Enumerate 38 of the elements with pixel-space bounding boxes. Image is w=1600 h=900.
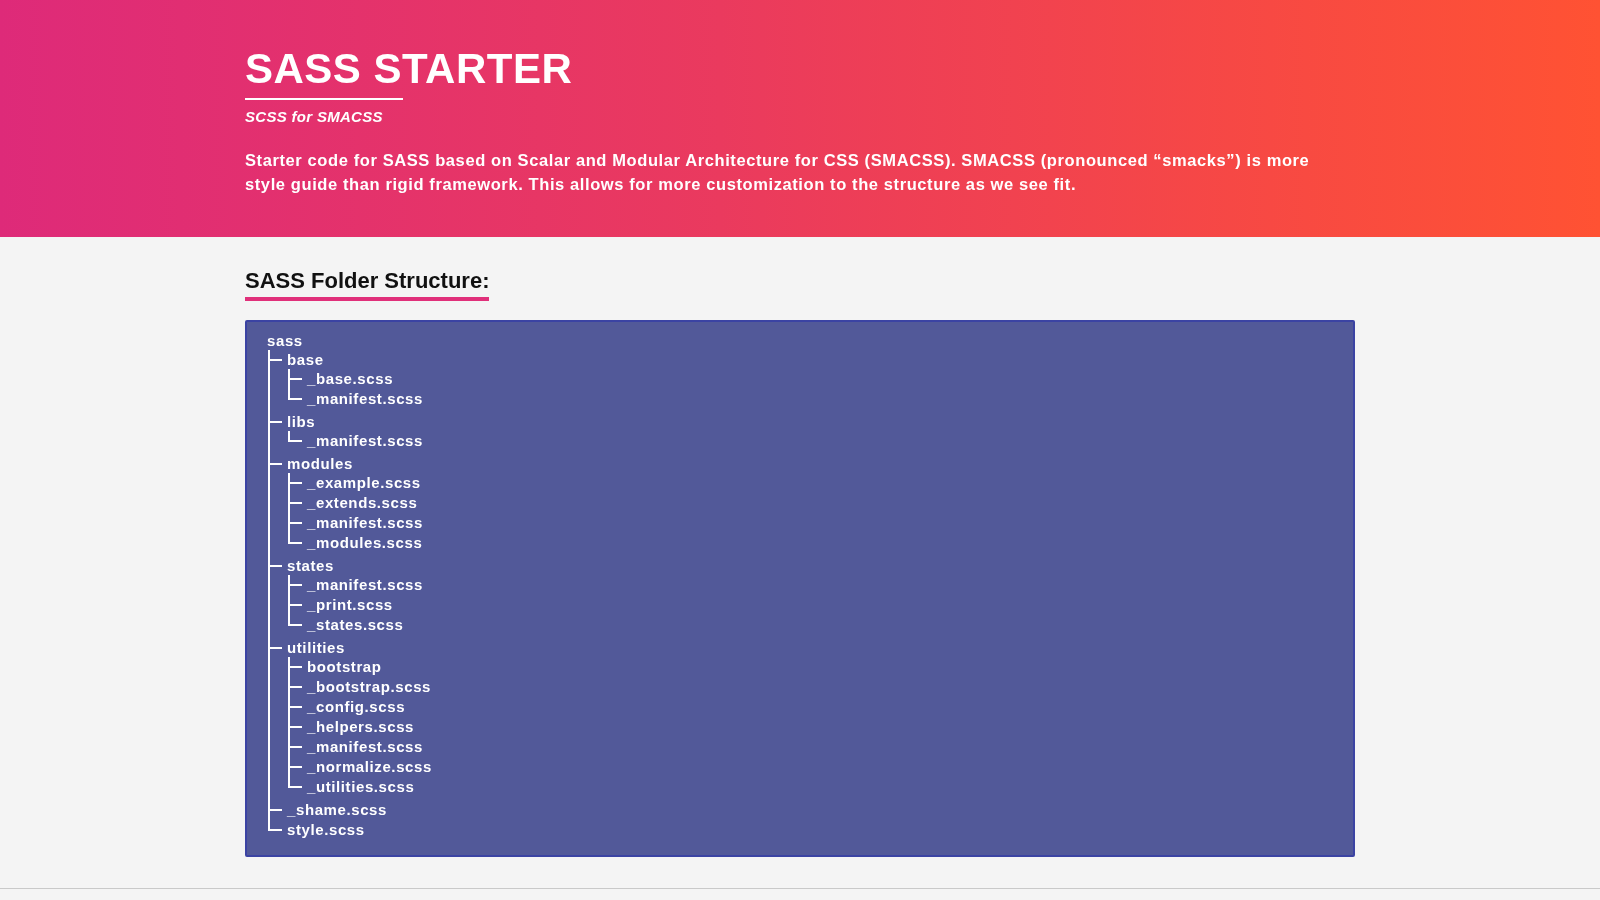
tree-connector (288, 473, 302, 493)
tree-entry: _manifest.scss (307, 513, 423, 533)
tree-entry: _normalize.scss (307, 757, 432, 777)
tree-entry: sass (267, 331, 303, 351)
tree-entry: bootstrap (307, 657, 382, 677)
tree-entry: _manifest.scss (307, 431, 423, 451)
tree-connector (288, 493, 302, 513)
tree-entry: _manifest.scss (307, 737, 423, 757)
tree-connector (288, 697, 302, 717)
intro-paragraph: Starter code for SASS based on Scalar and Modular Architecture for CSS (SMACSS). SMACSS (pronounced “smacks”) is more style guide than rigid framework. This allows for more customization to the structure as we see fit. (245, 150, 1311, 195)
page-subtitle: SCSS for SMACSS (245, 107, 383, 127)
tree-connector (288, 677, 302, 697)
tree-entry: _states.scss (307, 615, 404, 635)
tree-connector (288, 657, 302, 677)
tree-entry: _bootstrap.scss (307, 677, 432, 697)
tree-connector (288, 575, 302, 595)
tree-entry: _manifest.scss (307, 575, 423, 595)
tree-entry: _utilities.scss (307, 777, 415, 797)
tree-entry: _base.scss (307, 369, 394, 389)
tree-entry: _config.scss (307, 697, 406, 717)
tree-entry: _example.scss (307, 473, 421, 493)
tree-entry: utilities (287, 638, 345, 658)
tree-connector (288, 717, 302, 737)
tree-entry: _print.scss (307, 595, 393, 615)
tree-connector (288, 737, 302, 757)
tree-connector (288, 431, 302, 442)
tree-entry: modules (287, 454, 353, 474)
tree-entry: states (287, 556, 334, 576)
tree-entry: style.scss (287, 820, 365, 840)
tree-entry: _extends.scss (307, 493, 418, 513)
page-title: SASS STARTER (245, 44, 573, 94)
section-heading: SASS Folder Structure: (245, 267, 490, 301)
tree-entry: _manifest.scss (307, 389, 423, 409)
tree-entry: base (287, 350, 324, 370)
tree-entry: libs (287, 412, 316, 432)
tree-entry: _helpers.scss (307, 717, 415, 737)
tree-entry: _modules.scss (307, 533, 423, 553)
tree-entry: _shame.scss (287, 800, 387, 820)
